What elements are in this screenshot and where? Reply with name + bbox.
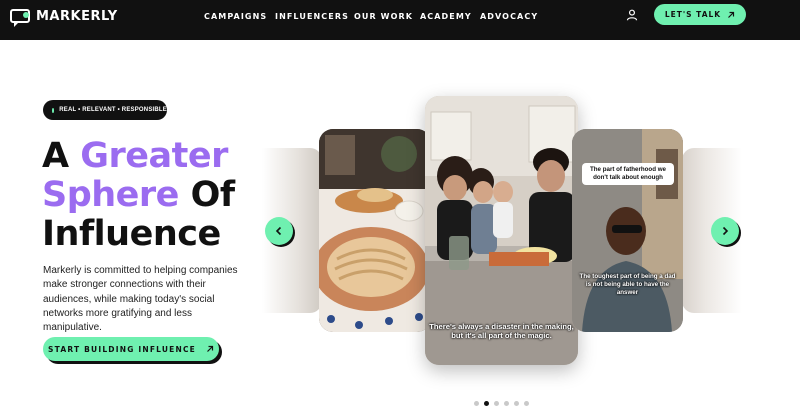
fatherhood-card-caption: The toughest part of being a dad is not … <box>579 273 676 296</box>
start-building-influence-button[interactable]: START BUILDING INFLUENCE <box>43 337 219 361</box>
carousel-dot[interactable] <box>504 401 509 406</box>
carousel-card-family-cooking[interactable]: There's always a disaster in the making,… <box>425 96 578 365</box>
headline-word-a: A <box>42 136 81 176</box>
fatherhood-caption-bubble: The part of fatherhood we don't talk abo… <box>582 163 674 185</box>
center-card-caption: There's always a disaster in the making,… <box>429 322 574 340</box>
logo[interactable]: MARKERLY <box>10 7 118 27</box>
headline-word-of: Of <box>178 175 235 215</box>
carousel-next-button[interactable] <box>711 217 739 245</box>
headline-word-greater: Greater <box>80 136 228 176</box>
carousel-prev-button[interactable] <box>265 217 293 245</box>
arrow-up-right-icon <box>728 11 735 18</box>
headline-word-sphere: Sphere <box>42 175 179 215</box>
food-table-image <box>319 129 431 332</box>
menu-item-campaigns[interactable]: CAMPAIGNS <box>204 10 267 24</box>
carousel-dot-active[interactable] <box>484 401 489 406</box>
carousel-dot[interactable] <box>524 401 529 406</box>
carousel-card-food[interactable] <box>319 129 431 332</box>
lets-talk-button[interactable]: LET'S TALK <box>654 4 746 25</box>
hero-description: Markerly is committed to helping compani… <box>43 265 238 334</box>
logo-mark-icon <box>10 9 30 27</box>
menu-item-our-work[interactable]: OUR WORK <box>354 10 413 24</box>
carousel-dot[interactable] <box>514 401 519 406</box>
chevron-left-icon <box>275 226 282 236</box>
lets-talk-label: LET'S TALK <box>664 10 722 19</box>
menu-item-influencers[interactable]: INFLUENCERS <box>275 10 349 24</box>
chevron-right-icon <box>722 226 729 236</box>
user-icon[interactable] <box>626 9 638 21</box>
menu-item-academy[interactable]: ACADEMY <box>420 10 472 24</box>
badge-text: REAL • RELEVANT • RESPONSIBLE <box>59 107 167 113</box>
hero-headline: A Greater Sphere Of Influence <box>42 137 235 254</box>
carousel-pagination <box>474 401 529 406</box>
carousel-card-fatherhood[interactable]: The part of fatherhood we don't talk abo… <box>572 129 683 332</box>
headline-word-influence: Influence <box>42 214 221 254</box>
menu-item-advocacy[interactable]: ADVOCACY <box>480 10 538 24</box>
top-nav: MARKERLY CAMPAIGNS INFLUENCERS OUR WORK … <box>0 0 800 40</box>
cta-label: START BUILDING INFLUENCE <box>48 344 196 354</box>
logo-text: MARKERLY <box>36 8 118 24</box>
carousel-dot[interactable] <box>474 401 479 406</box>
fatherhood-image <box>572 129 683 332</box>
badge-dot-icon <box>52 107 55 113</box>
carousel-dot[interactable] <box>494 401 499 406</box>
arrow-up-right-icon <box>207 345 214 352</box>
tagline-badge: REAL • RELEVANT • RESPONSIBLE <box>43 100 167 120</box>
